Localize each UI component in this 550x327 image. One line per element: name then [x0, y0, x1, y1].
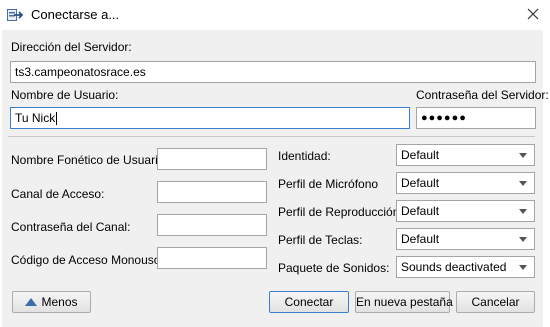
chevron-down-icon: [519, 153, 527, 158]
mic-profile-value: Default: [401, 176, 440, 190]
teamspeak-connect-icon: [7, 7, 24, 23]
window-edge: [543, 30, 550, 327]
title-bar: Conectarse a...: [0, 0, 550, 30]
sound-pack-select[interactable]: Sounds deactivated: [396, 256, 535, 278]
nickname-input[interactable]: Tu Nick: [10, 107, 410, 129]
server-password-label: Contraseña del Servidor:: [416, 88, 549, 102]
server-password-input[interactable]: ●●●●●●: [416, 107, 536, 129]
mic-profile-label: Perfil de Micrófono: [278, 177, 379, 191]
nickname-value: Tu Nick: [15, 111, 56, 125]
channel-label: Canal de Acceso:: [11, 187, 105, 201]
hotkey-profile-select[interactable]: Default: [396, 228, 535, 250]
sound-pack-value: Sounds deactivated: [401, 260, 507, 274]
playback-profile-select[interactable]: Default: [396, 200, 535, 222]
less-button[interactable]: Menos: [12, 291, 91, 313]
channel-password-input[interactable]: [157, 214, 267, 236]
cancel-button[interactable]: Cancelar: [456, 291, 535, 313]
window-title: Conectarse a...: [31, 7, 120, 22]
triangle-up-icon: [25, 297, 38, 306]
less-label: Menos: [41, 295, 78, 309]
hotkey-profile-label: Perfil de Teclas:: [278, 233, 363, 247]
server-address-label: Dirección del Servidor:: [11, 40, 132, 54]
separator: [8, 136, 535, 137]
phonetic-name-input[interactable]: [157, 148, 267, 170]
channel-input[interactable]: [157, 181, 267, 203]
mic-profile-select[interactable]: Default: [396, 172, 535, 194]
identity-select[interactable]: Default: [396, 144, 535, 166]
connect-button[interactable]: Conectar: [269, 291, 349, 313]
chevron-down-icon: [519, 181, 527, 186]
close-button[interactable]: [516, 0, 550, 30]
server-address-input[interactable]: ts3.campeonatosrace.es: [10, 61, 536, 83]
new-tab-button[interactable]: En nueva pestaña: [355, 291, 453, 313]
one-time-key-input[interactable]: [157, 247, 267, 269]
close-icon: [527, 8, 539, 23]
identity-value: Default: [401, 148, 440, 162]
phonetic-name-label: Nombre Fonético de Usuario:: [11, 153, 168, 167]
identity-label: Identidad:: [278, 149, 331, 163]
hotkey-profile-value: Default: [401, 232, 440, 246]
one-time-key-label: Código de Acceso Monouso:: [11, 253, 164, 267]
chevron-down-icon: [519, 265, 527, 270]
nickname-label: Nombre de Usuario:: [11, 88, 119, 102]
playback-profile-value: Default: [401, 204, 440, 218]
playback-profile-label: Perfil de Reproducción:: [278, 205, 403, 219]
chevron-down-icon: [519, 209, 527, 214]
channel-password-label: Contraseña del Canal:: [11, 220, 131, 234]
chevron-down-icon: [519, 237, 527, 242]
sound-pack-label: Paquete de Sonidos:: [278, 261, 390, 275]
text-cursor: [56, 112, 58, 126]
